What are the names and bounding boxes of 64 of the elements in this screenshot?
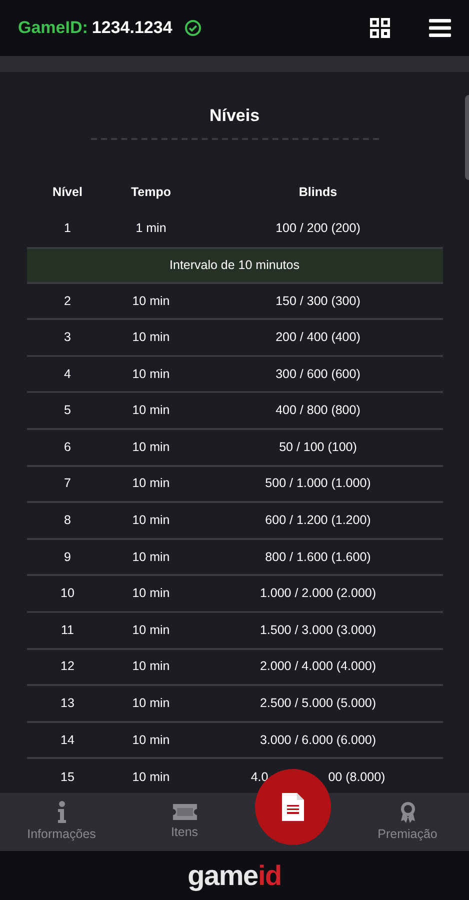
table-cell-text: 12 [60,658,74,676]
break-label: Intervalo de 10 minutos [170,256,300,274]
table-cell-text: 800 / 1.600 (1.600) [265,548,371,566]
table-cell-text: 50 / 100 (100) [279,438,357,456]
table-cell-text: 1.000 / 2.000 (2.000) [260,585,376,602]
table-cell-text: 10 min [132,658,170,676]
table-cell-text: 4.0 [250,769,268,786]
table-cell-text: 500 / 1.000 (1.000) [265,475,371,492]
nav-tab[interactable]: Premiação [346,793,469,851]
table-cell-text: 10 min [132,329,170,346]
column-header: Nível [52,184,82,201]
table-cell-text: 3.000 / 6.000 (6.000) [260,732,376,749]
ticket-icon [172,802,198,821]
table-cell-text: 2.500 / 5.000 (5.000) [260,695,376,712]
table-cell-text: 400 / 800 (800) [276,402,360,420]
table-cell-text: 10 min [132,769,170,786]
award-icon [398,800,416,823]
table-cell-text: 10 min [132,622,170,639]
table-cell-text: 150 / 300 (300) [276,292,360,310]
document-icon [282,793,304,821]
table-cell-text: 200 / 400 (400) [276,329,360,346]
table-cell-text: 6 [64,438,71,456]
scrollbar[interactable] [465,95,469,180]
table-cell-text: 10 min [132,695,170,712]
qr-code-icon[interactable] [369,17,391,39]
table-cell-text: 1.500 / 3.000 (3.000) [260,622,376,639]
page-title: Níveis [209,105,260,127]
table-cell-text: 4 [64,366,71,383]
menu-icon[interactable] [429,18,451,38]
column-header: Tempo [130,184,172,201]
table-cell-text: 10 min [132,548,170,566]
table-cell-text: 1 min [136,220,166,237]
table-cell-text: 13 [60,695,74,712]
column-header: Blinds [298,184,338,201]
table-cell-text: 9 [64,548,71,566]
nav-tab[interactable]: Itens [123,793,246,851]
table-cell-text: 10 min [132,512,170,530]
table-cell-text: 1 [64,220,71,237]
table-cell-text: 10 min [132,292,170,310]
table-cell-text: 10 min [132,402,170,420]
gameid-logo: gameid [188,862,282,890]
table-cell-text: 10 min [132,366,170,383]
table-cell-text: 300 / 600 (600) [276,366,360,383]
game-id-value: 1234.1234 [92,17,172,40]
table-cell-text: 10 min [132,438,170,456]
table-cell-text: 600 / 1.200 (1.200) [265,512,371,530]
table-cell-text: 10 min [132,475,170,492]
table-cell-text: 10 [60,585,74,602]
table-cell-text: 00 (8.000) [328,769,386,786]
table-cell-text: 15 [60,769,74,786]
table-cell-text: 11 [61,622,74,639]
table-cell-text: 10 min [132,585,170,602]
game-id-label: GameID: [18,17,88,40]
info-icon [56,800,66,823]
table-cell-text: 2 [64,292,71,310]
table-cell-text: 5 [64,402,71,420]
table-cell-text: 3 [64,329,71,346]
nav-tab[interactable]: Informações [0,793,123,851]
table-cell-text: 14 [60,732,74,749]
table-cell-text: 8 [64,512,71,530]
table-cell-text: 2.000 / 4.000 (4.000) [260,658,376,676]
table-cell-text: 7 [64,475,71,492]
table-cell-text: 10 min [132,732,170,749]
table-cell-text: 100 / 200 (200) [276,220,360,237]
